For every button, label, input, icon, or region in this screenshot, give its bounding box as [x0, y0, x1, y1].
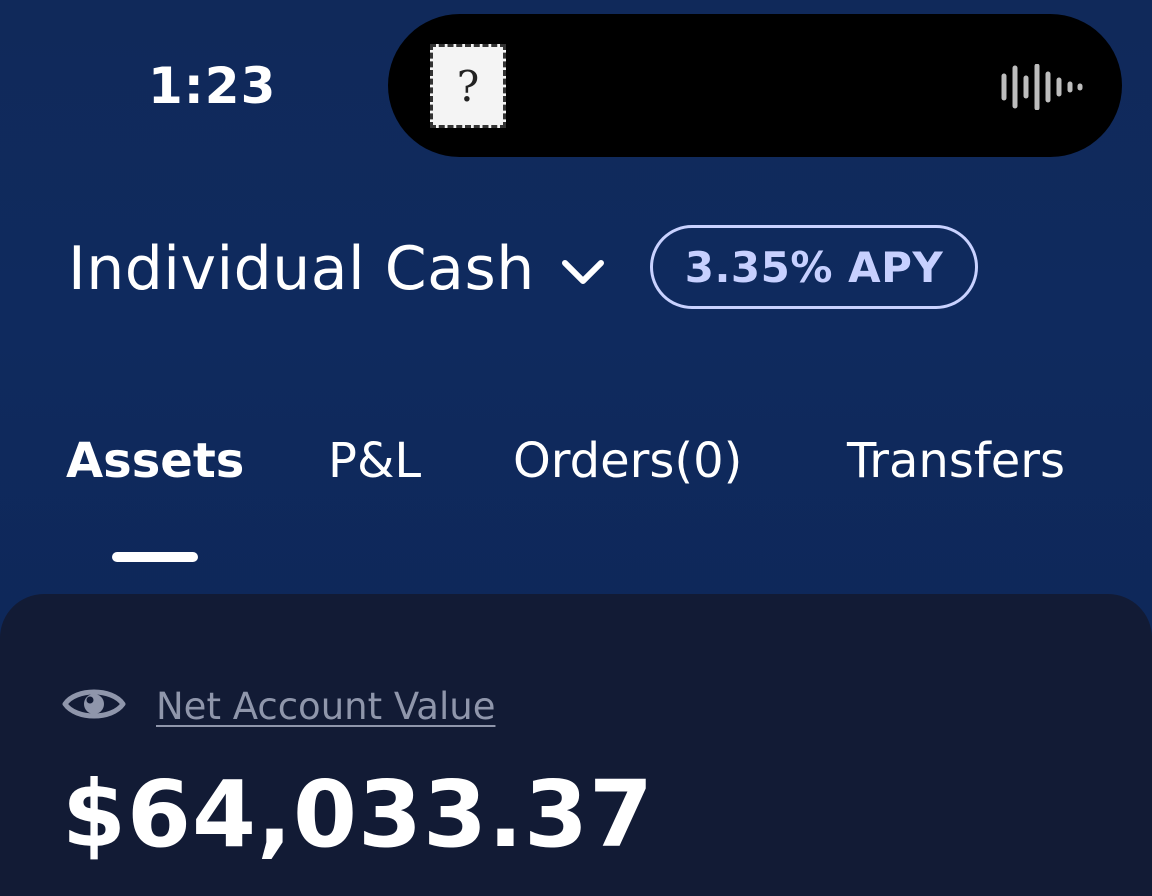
audio-waveform-icon	[1001, 64, 1083, 110]
account-name: Individual Cash	[68, 234, 535, 304]
net-account-value-label[interactable]: Net Account Value	[156, 680, 495, 734]
tab-orders[interactable]: Orders(0)	[513, 426, 742, 496]
dynamic-island[interactable]: ?	[388, 14, 1122, 157]
tab-transfers[interactable]: Transfers	[847, 426, 1065, 496]
net-account-value: $64,033.37	[62, 761, 655, 868]
status-time: 1:23	[148, 57, 277, 115]
tab-pl[interactable]: P&L	[328, 426, 421, 496]
eye-icon[interactable]	[62, 684, 126, 724]
now-playing-thumbnail: ?	[430, 44, 506, 128]
thumbnail-glyph: ?	[456, 61, 480, 111]
account-selector[interactable]: Individual Cash	[68, 232, 605, 306]
apy-badge[interactable]: 3.35% APY	[650, 225, 978, 309]
active-tab-indicator	[112, 552, 198, 562]
tab-assets[interactable]: Assets	[66, 426, 244, 496]
chevron-down-icon	[561, 260, 604, 284]
